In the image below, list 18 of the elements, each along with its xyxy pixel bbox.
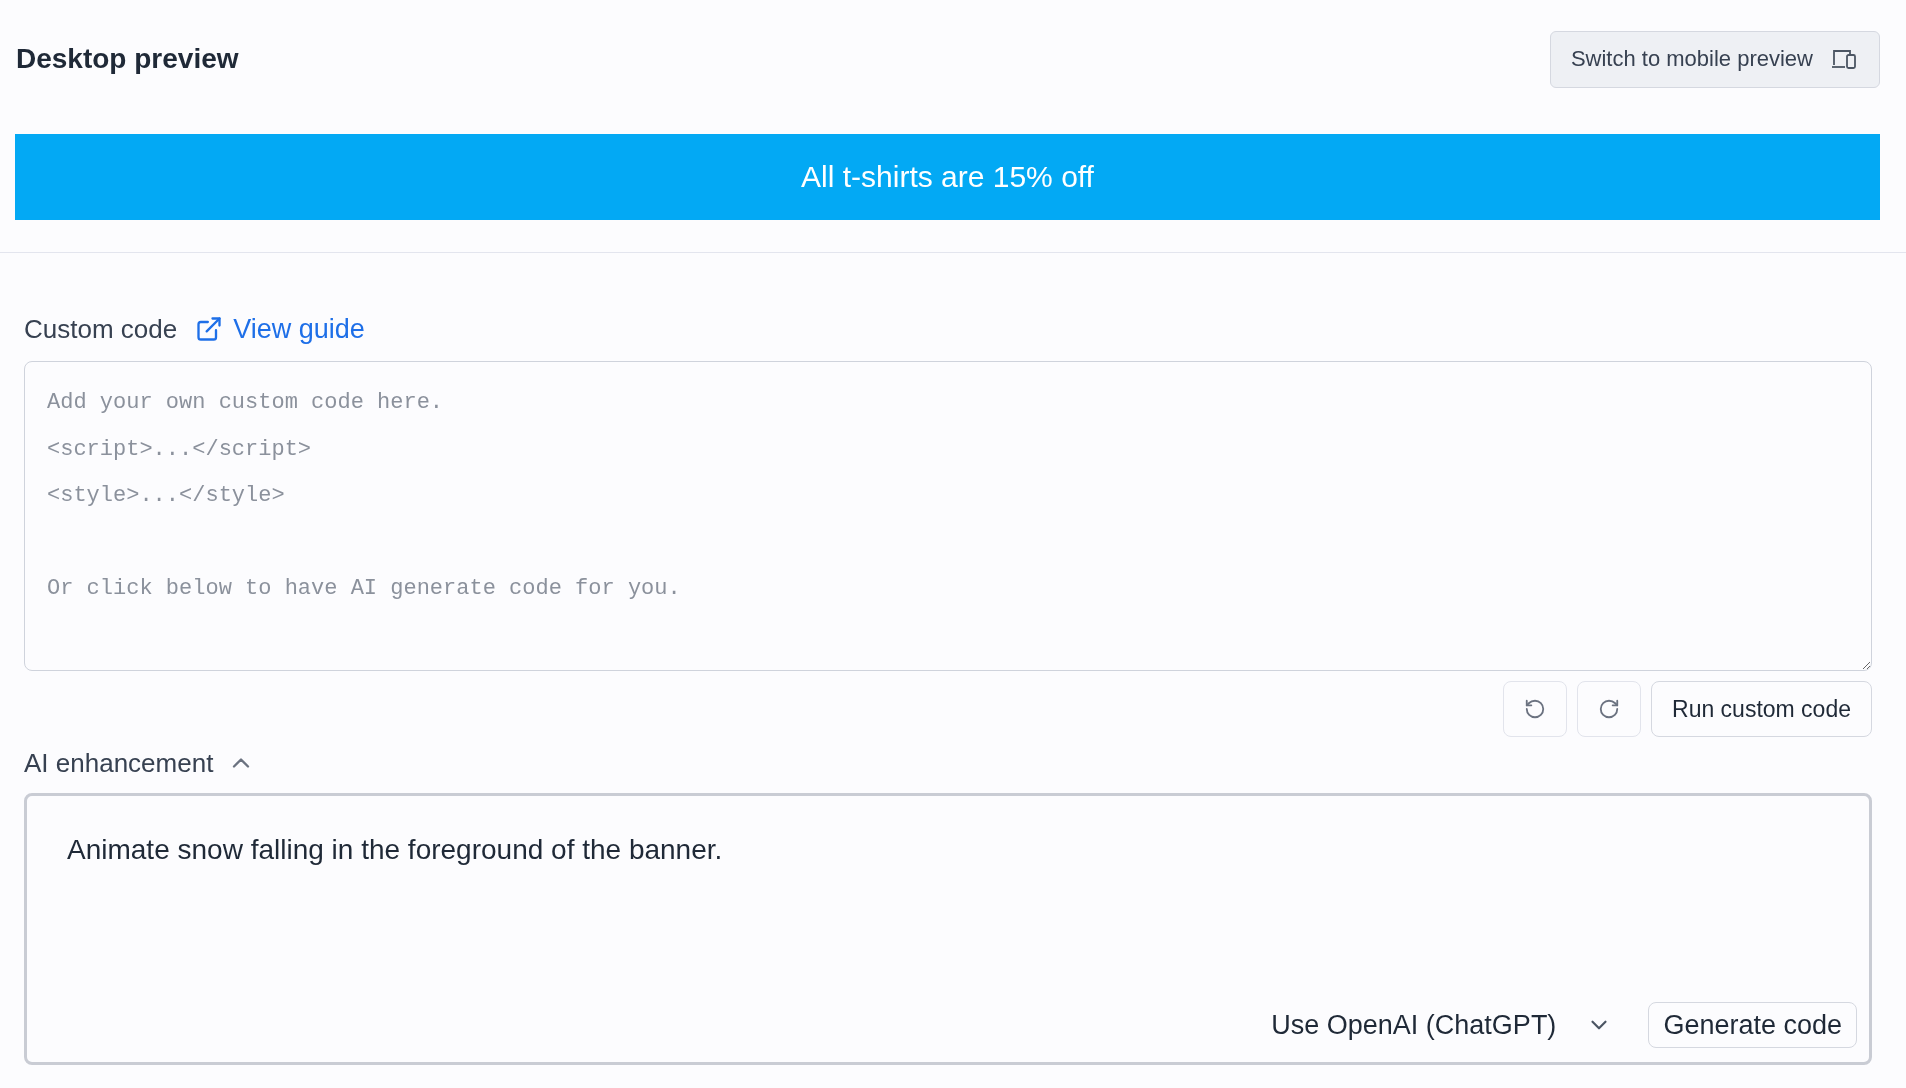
redo-icon <box>1598 698 1620 720</box>
page-title: Desktop preview <box>16 43 239 75</box>
section-label: AI enhancement <box>24 747 214 779</box>
prompt-input-field[interactable]: Animate snow falling in the foreground of the banner. <box>65 830 1857 1002</box>
generate-code-button[interactable]: Generate code <box>1648 1002 1857 1048</box>
switch-mobile-button[interactable]: Switch to mobile preview <box>1549 30 1880 88</box>
model-select[interactable]: Use OpenAI (ChatGPT) <box>1265 1008 1619 1042</box>
section-label: Custom code <box>24 313 178 345</box>
devices-icon <box>1831 48 1857 70</box>
run-code-button[interactable]: Run custom code <box>1651 681 1872 737</box>
view-guide-link[interactable]: View guide <box>195 313 365 345</box>
undo-icon <box>1524 698 1546 720</box>
prompt-box[interactable]: Animate snow falling in the foreground of the banner. Use OpenAI (ChatGPT) Generate code <box>24 793 1872 1065</box>
banner-text: All t-shirts are 15% off <box>801 160 1094 194</box>
undo-button[interactable] <box>1503 681 1567 737</box>
redo-button[interactable] <box>1577 681 1641 737</box>
external-link-icon <box>195 315 224 343</box>
code-input-field[interactable]: Add your own custom code here. <script>...</script> <style>...</style> Or click below to have AI generate code for you. <box>24 361 1872 671</box>
